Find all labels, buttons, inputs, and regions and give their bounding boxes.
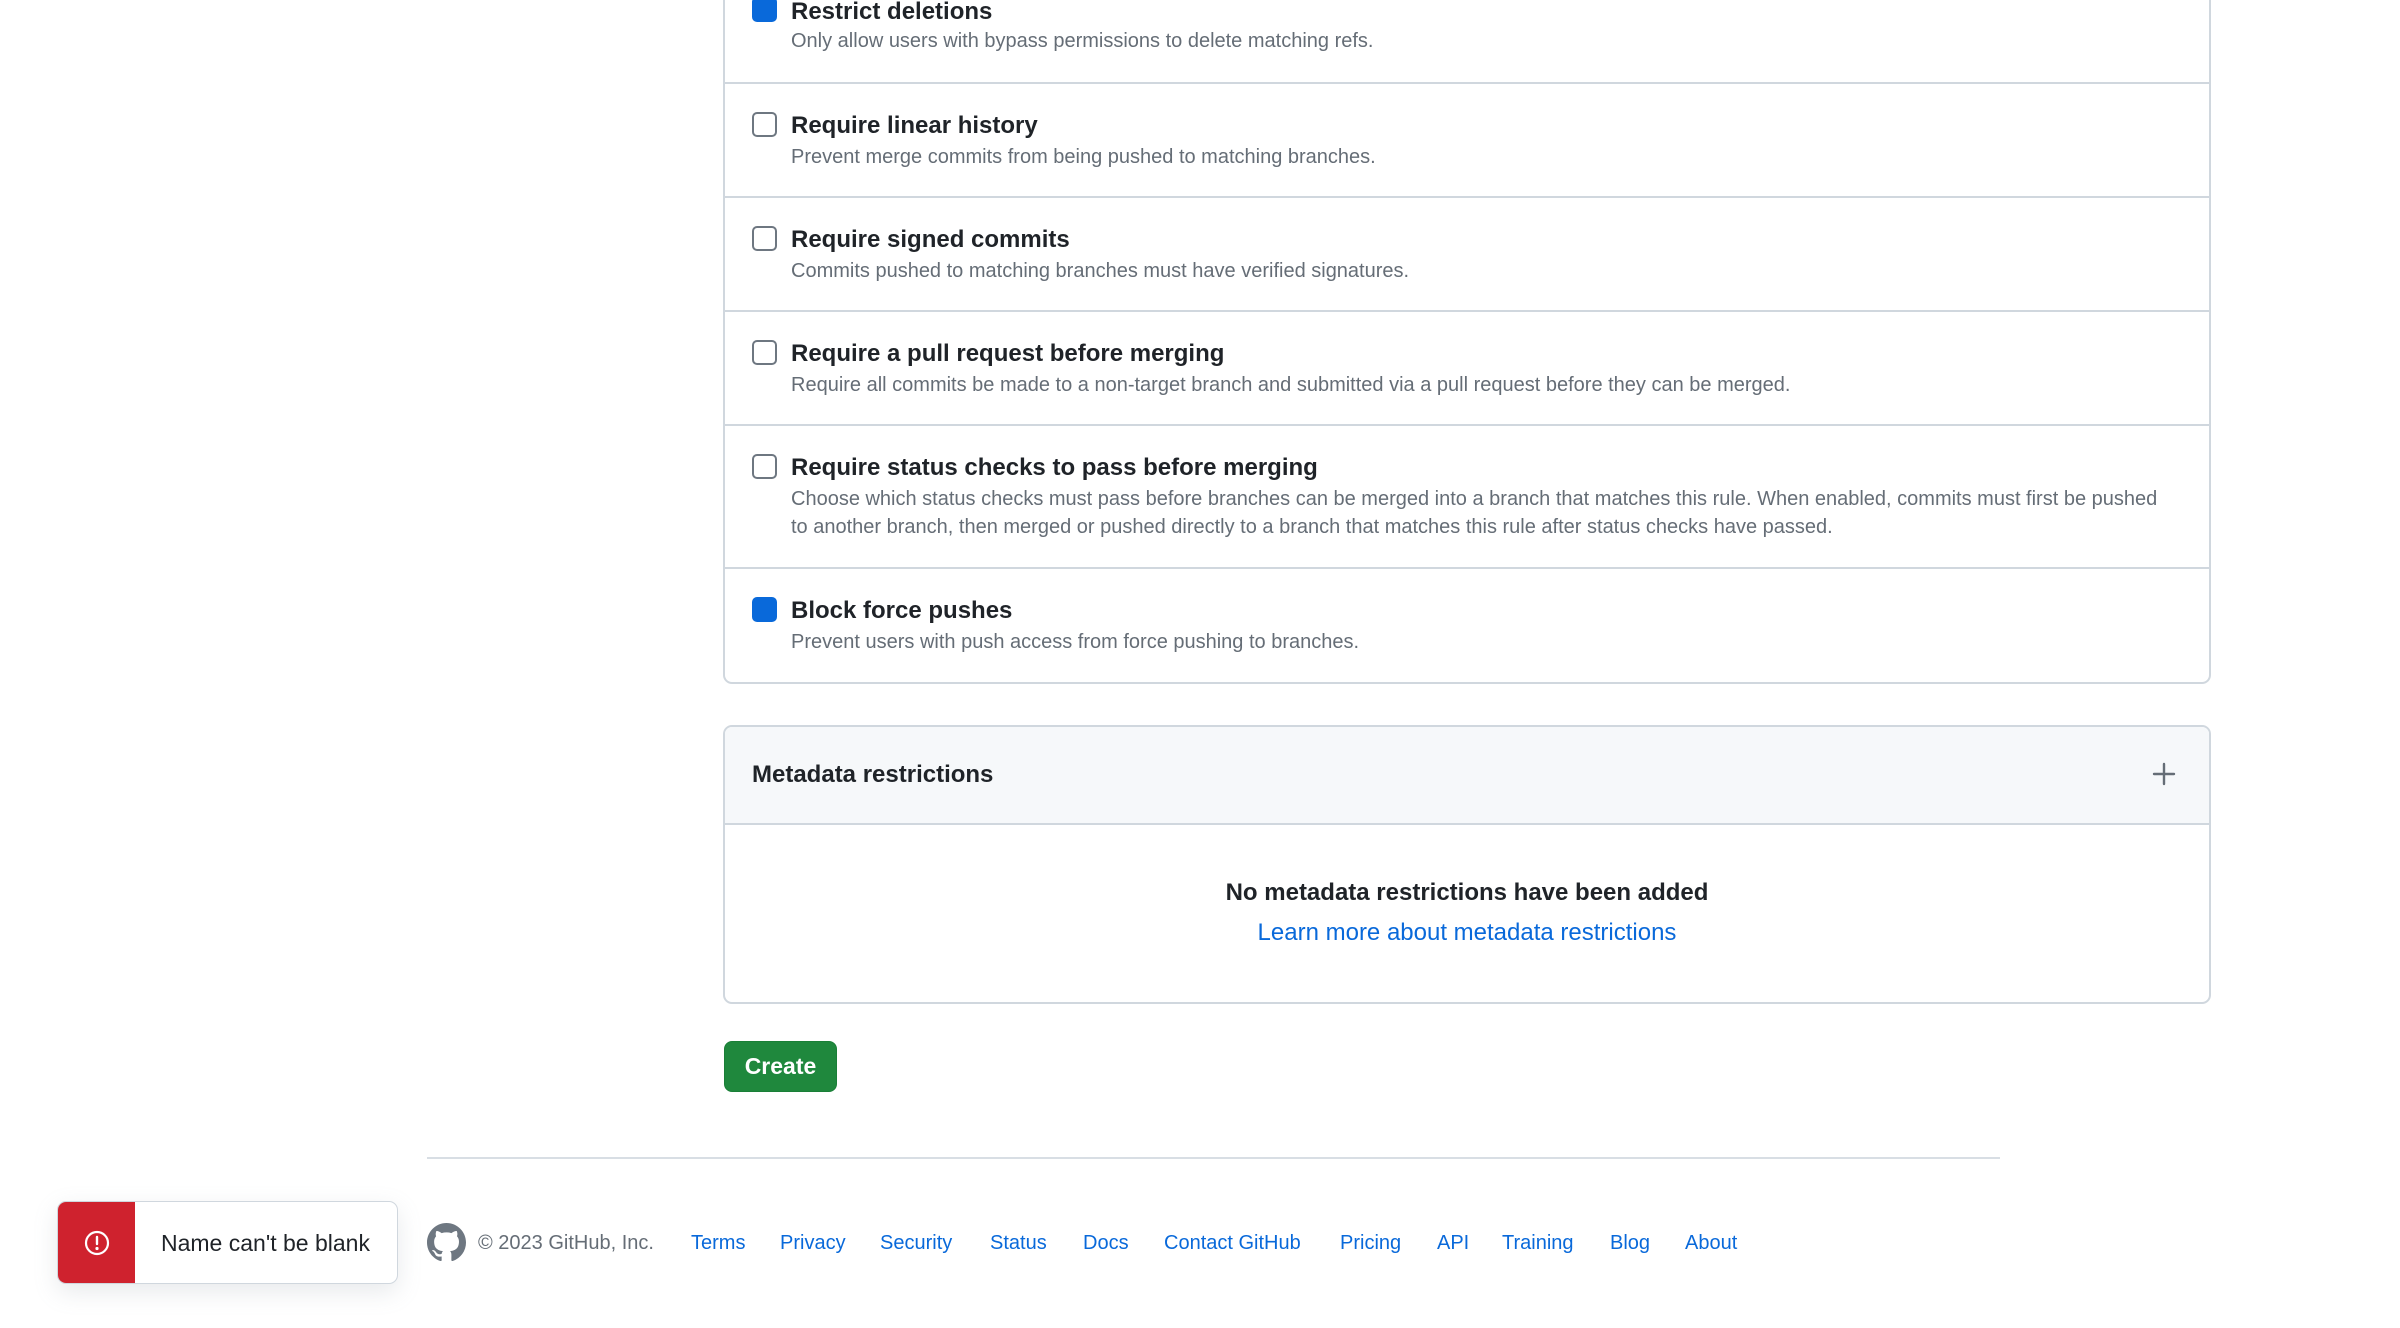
footer-link-blog[interactable]: Blog	[1610, 1232, 1650, 1255]
footer-link-about[interactable]: About	[1685, 1232, 1737, 1255]
create-button[interactable]: Create	[724, 1041, 837, 1092]
metadata-empty-state-title: No metadata restrictions have been added	[1225, 879, 1709, 906]
signed-commits-checkbox[interactable]	[752, 226, 777, 251]
status-checks-checkbox[interactable]	[752, 454, 777, 479]
rule-title[interactable]: Require status checks to pass before mer…	[791, 454, 1318, 482]
footer-link-privacy[interactable]: Privacy	[780, 1232, 846, 1255]
rule-linear-history: Require linear history Prevent merge com…	[725, 84, 2209, 198]
footer-divider	[427, 1157, 2000, 1159]
footer-copyright: © 2023 GitHub, Inc.	[478, 1232, 654, 1254]
rule-description: Choose which status checks must pass bef…	[791, 488, 2158, 538]
alert-circle-icon	[83, 1229, 111, 1257]
rule-block-force-pushes: Block force pushes Prevent users with pu…	[725, 569, 2209, 684]
metadata-restrictions-panel: Metadata restrictions No metadata restri…	[723, 725, 2211, 1004]
plus-icon[interactable]	[2147, 757, 2181, 791]
footer-link-status[interactable]: Status	[990, 1232, 1047, 1255]
rule-title[interactable]: Require signed commits	[791, 226, 1070, 254]
footer-link-training[interactable]: Training	[1502, 1232, 1574, 1255]
toast-icon-container	[58, 1202, 135, 1283]
rule-status-checks: Require status checks to pass before mer…	[725, 426, 2209, 569]
rule-description: Prevent users with push access from forc…	[791, 631, 1360, 653]
rule-title[interactable]: Require linear history	[791, 112, 1038, 140]
learn-more-metadata-link[interactable]: Learn more about metadata restrictions	[725, 919, 2209, 947]
footer-link-contact[interactable]: Contact GitHub	[1164, 1232, 1301, 1255]
rule-title[interactable]: Block force pushes	[791, 597, 1012, 625]
footer-link-api[interactable]: API	[1437, 1232, 1469, 1255]
restrict-deletions-checkbox[interactable]	[752, 0, 777, 22]
toast-message: Name can't be blank	[161, 1230, 370, 1256]
rule-title[interactable]: Restrict deletions	[791, 0, 992, 26]
pull-request-checkbox[interactable]	[752, 340, 777, 365]
error-toast: Name can't be blank	[57, 1201, 398, 1284]
linear-history-checkbox[interactable]	[752, 112, 777, 137]
rule-description: Prevent merge commits from being pushed …	[791, 146, 1376, 168]
rule-description: Require all commits be made to a non-tar…	[791, 374, 1791, 396]
rule-title[interactable]: Require a pull request before merging	[791, 340, 1224, 368]
rule-restrict-deletions: Restrict deletions Only allow users with…	[725, 0, 2209, 84]
footer-link-docs[interactable]: Docs	[1083, 1232, 1129, 1255]
metadata-restrictions-header: Metadata restrictions	[725, 727, 2209, 825]
footer-link-terms[interactable]: Terms	[691, 1232, 745, 1255]
footer-link-security[interactable]: Security	[880, 1232, 952, 1255]
block-force-pushes-checkbox[interactable]	[752, 597, 777, 622]
github-mark-icon[interactable]	[427, 1223, 466, 1262]
footer-link-pricing[interactable]: Pricing	[1340, 1232, 1401, 1255]
branch-rules-list: Restrict deletions Only allow users with…	[723, 0, 2211, 684]
rule-pull-request: Require a pull request before merging Re…	[725, 312, 2209, 426]
rule-description: Only allow users with bypass permissions…	[791, 30, 1374, 52]
rule-signed-commits: Require signed commits Commits pushed to…	[725, 198, 2209, 312]
rule-description: Commits pushed to matching branches must…	[791, 260, 1410, 282]
metadata-restrictions-title: Metadata restrictions	[752, 761, 994, 788]
